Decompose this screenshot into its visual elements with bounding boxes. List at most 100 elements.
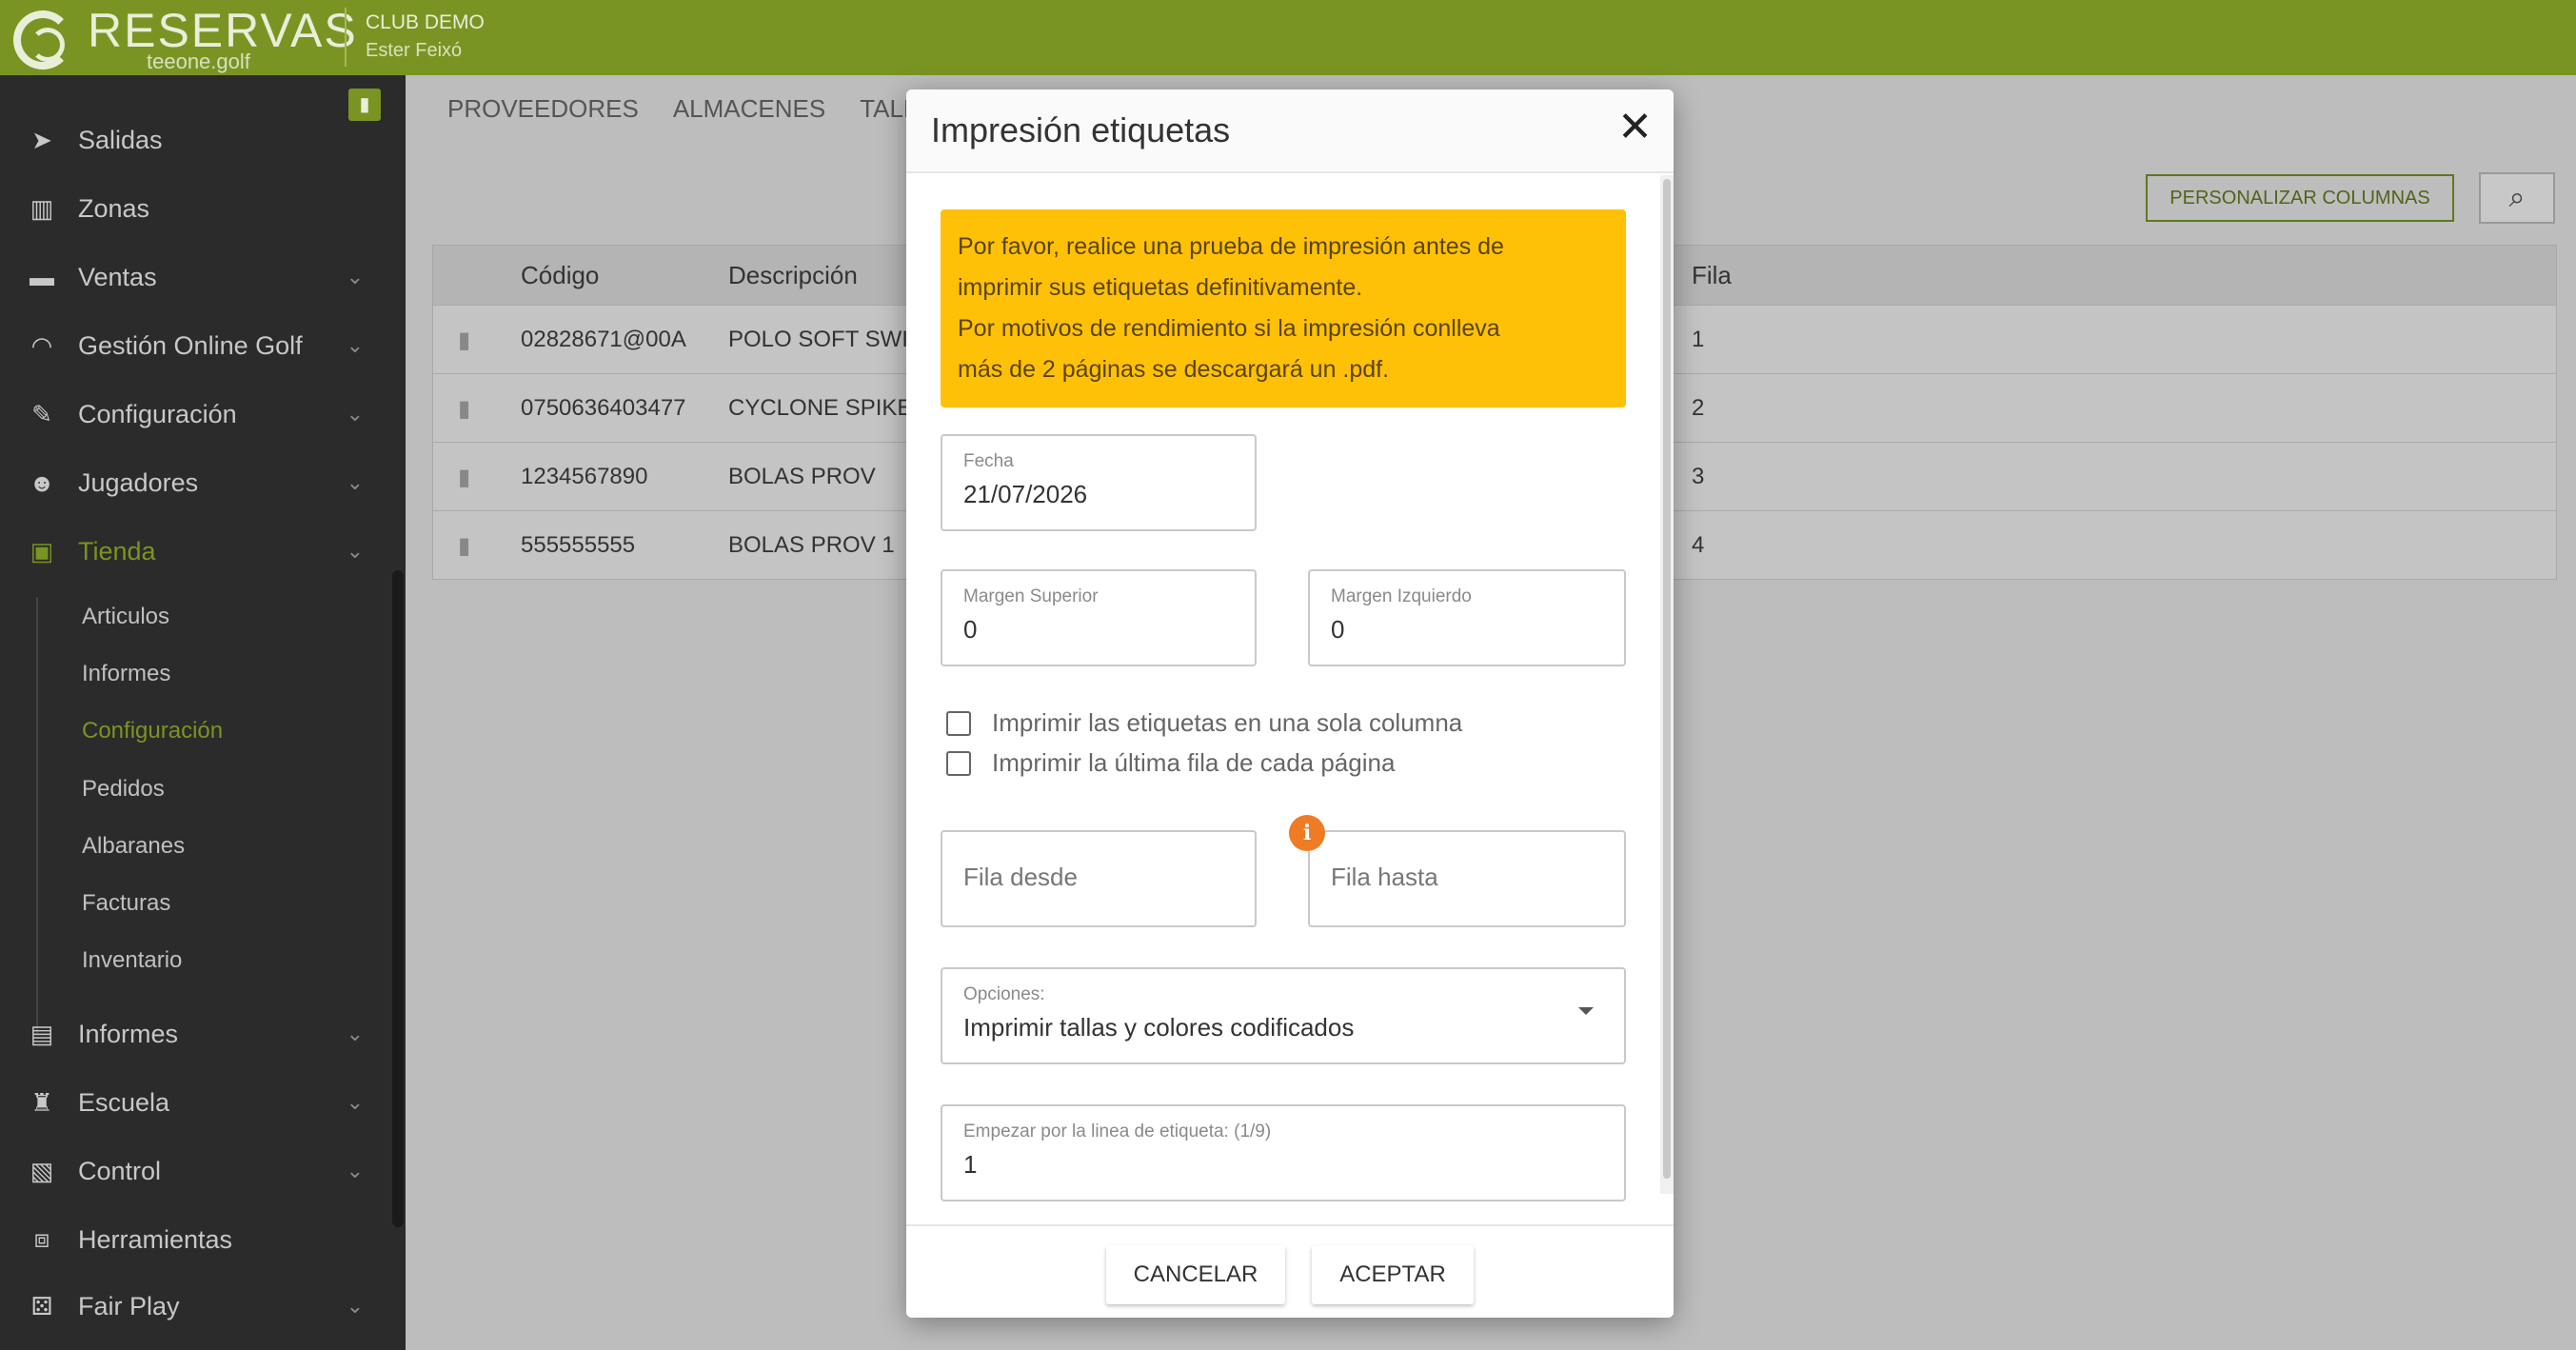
map-icon: ▥	[30, 193, 54, 223]
toolbox-icon: ⧈	[33, 1224, 50, 1253]
margen-izquierdo-value[interactable]: 0	[1331, 615, 1582, 645]
trash-icon[interactable]: ▮	[458, 532, 470, 560]
chevron-down-icon: ⌄	[346, 1090, 364, 1114]
sidebar-item-informes[interactable]: ▤ Informes ⌄	[0, 1005, 406, 1062]
start-line-value[interactable]: 1	[963, 1150, 1509, 1180]
cell-fila: 2	[1692, 395, 1705, 421]
column-header-fila[interactable]: Fila	[1692, 261, 1732, 290]
sidebar-item-salidas[interactable]: ➤ Salidas	[0, 111, 406, 169]
club-name: CLUB DEMO	[366, 11, 485, 33]
top-bar: RESERVAS teeone.golf CLUB DEMO Ester Fei…	[0, 0, 2576, 75]
cell-codigo: 1234567890	[521, 464, 648, 489]
checkbox-box[interactable]	[946, 750, 971, 776]
sidebar-item-label: Ventas	[78, 262, 157, 291]
submenu-rail	[36, 597, 38, 1035]
dice-icon: ⚄	[30, 1291, 53, 1320]
sidebar-item-tienda[interactable]: ▣ Tienda ⌄	[0, 523, 406, 580]
customize-columns-button[interactable]: PERSONALIZAR COLUMNAS	[2146, 174, 2454, 222]
submenu-item-pedidos[interactable]: Pedidos	[82, 776, 165, 803]
last-row-checkbox[interactable]: Imprimir la última fila de cada página	[946, 748, 1395, 778]
card-icon: ▬	[30, 262, 54, 291]
checkbox-box[interactable]	[946, 710, 971, 736]
app-logo[interactable]: RESERVAS teeone.golf	[13, 6, 358, 74]
fila-hasta-field[interactable]: Fila hasta	[1308, 830, 1626, 927]
sidebar-item-control[interactable]: ▧ Control ⌄	[0, 1142, 406, 1200]
margen-izquierdo-field[interactable]: Margen Izquierdo 0	[1308, 569, 1626, 666]
tab-almacenes[interactable]: ALMACENES	[673, 94, 825, 124]
dialog-title: Impresión etiquetas	[931, 110, 1231, 149]
tab-proveedores[interactable]: PROVEEDORES	[447, 94, 639, 124]
club-info[interactable]: CLUB DEMO Ester Feixó	[366, 11, 485, 62]
margen-superior-label: Margen Superior	[963, 586, 1099, 606]
cancel-button[interactable]: CANCELAR	[1106, 1245, 1285, 1304]
opciones-value: Imprimir tallas y colores codificados	[963, 1013, 1355, 1042]
sidebar-item-herramientas[interactable]: ⧈ Herramientas	[0, 1211, 406, 1268]
dialog-scrollbar[interactable]	[1660, 175, 1674, 1194]
wrench-icon: ✎	[31, 399, 52, 428]
sidebar-item-escuela[interactable]: ♜ Escuela ⌄	[0, 1074, 406, 1131]
logo-icon	[13, 10, 72, 69]
cell-fila: 3	[1692, 464, 1705, 489]
cell-descripcion: BOLAS PROV	[728, 464, 876, 489]
send-icon: ➤	[31, 125, 52, 154]
header-divider	[345, 8, 347, 67]
wifi-icon: ◠	[30, 330, 53, 360]
sidebar-item-jugadores[interactable]: ☻ Jugadores ⌄	[0, 454, 406, 511]
submenu-item-albaranes[interactable]: Albaranes	[82, 833, 185, 860]
info-icon[interactable]: i	[1289, 815, 1325, 851]
sidebar-item-label: Control	[78, 1156, 162, 1185]
trash-icon[interactable]: ▮	[458, 327, 470, 354]
sidebar-item-label: Gestión Online Golf	[78, 330, 303, 360]
margen-superior-field[interactable]: Margen Superior 0	[941, 569, 1257, 666]
close-icon[interactable]: ✕	[1617, 103, 1653, 151]
tab-bar: PROVEEDORES ALMACENES TALL	[447, 94, 917, 124]
submenu-item-informes[interactable]: Informes	[82, 661, 170, 687]
dialog-footer: CANCELAR ACEPTAR	[906, 1224, 1674, 1318]
users-icon: ☻	[29, 467, 55, 497]
chevron-down-icon: ⌄	[346, 1294, 364, 1318]
submenu-item-articulos[interactable]: Articulos	[82, 604, 169, 630]
search-button[interactable]: ⌕	[2479, 172, 2555, 224]
single-column-checkbox[interactable]: Imprimir las etiquetas en una sola colum…	[946, 708, 1462, 738]
fila-hasta-placeholder: Fila hasta	[1331, 863, 1438, 891]
chevron-down-icon: ⌄	[346, 265, 364, 288]
margen-izquierdo-label: Margen Izquierdo	[1331, 586, 1472, 606]
cell-codigo: 02828671@00A	[521, 327, 686, 352]
dropdown-caret-icon	[1578, 1007, 1594, 1015]
sidebar-item-ventas[interactable]: ▬ Ventas ⌄	[0, 248, 406, 306]
chevron-down-icon: ⌄	[346, 1022, 364, 1045]
sidebar: ▮ ➤ Salidas ▥ Zonas ▬ Ventas ⌄ ◠ Gestión…	[0, 75, 406, 1350]
sidebar-item-label: Herramientas	[78, 1224, 233, 1254]
start-line-field[interactable]: Empezar por la linea de etiqueta: (1/9) …	[941, 1104, 1626, 1201]
sidebar-item-fair-play[interactable]: ⚄ Fair Play ⌄	[0, 1278, 406, 1335]
cell-descripcion: CYCLONE SPIKE	[728, 395, 913, 421]
opciones-select[interactable]: Opciones: Imprimir tallas y colores codi…	[941, 967, 1626, 1064]
sidebar-item-label: Configuración	[78, 399, 237, 428]
fecha-value[interactable]: 21/07/2026	[963, 480, 1213, 509]
fecha-field[interactable]: Fecha 21/07/2026	[941, 434, 1257, 531]
start-line-label: Empezar por la linea de etiqueta: (1/9)	[963, 1122, 1272, 1142]
sidebar-scrollbar[interactable]	[392, 570, 404, 1227]
column-header-descripcion[interactable]: Descripción	[728, 261, 858, 290]
cell-fila: 4	[1692, 532, 1705, 558]
sidebar-item-configuracion[interactable]: ✎ Configuración ⌄	[0, 386, 406, 443]
fila-desde-field[interactable]: Fila desde	[941, 830, 1257, 927]
user-name: Ester Feixó	[366, 40, 463, 61]
submenu-item-facturas[interactable]: Facturas	[82, 890, 170, 917]
school-icon: ♜	[30, 1087, 53, 1117]
submenu-item-configuracion[interactable]: Configuración	[82, 718, 223, 744]
margen-superior-value[interactable]: 0	[963, 615, 1213, 645]
submenu-item-inventario[interactable]: Inventario	[82, 947, 182, 974]
sidebar-item-gestion-online-golf[interactable]: ◠ Gestión Online Golf ⌄	[0, 317, 406, 374]
trash-icon[interactable]: ▮	[458, 464, 470, 491]
sidebar-item-label: Escuela	[78, 1087, 170, 1117]
cell-codigo: 555555555	[521, 532, 636, 558]
trash-icon[interactable]: ▮	[458, 395, 470, 423]
chevron-down-icon: ⌄	[346, 470, 364, 494]
chevron-down-icon: ⌄	[346, 402, 364, 426]
column-header-codigo[interactable]: Código	[521, 261, 599, 290]
file-icon: ▤	[30, 1019, 54, 1048]
warning-alert: Por favor, realice una prueba de impresi…	[941, 209, 1626, 407]
sidebar-item-zonas[interactable]: ▥ Zonas	[0, 180, 406, 237]
accept-button[interactable]: ACEPTAR	[1312, 1245, 1474, 1304]
